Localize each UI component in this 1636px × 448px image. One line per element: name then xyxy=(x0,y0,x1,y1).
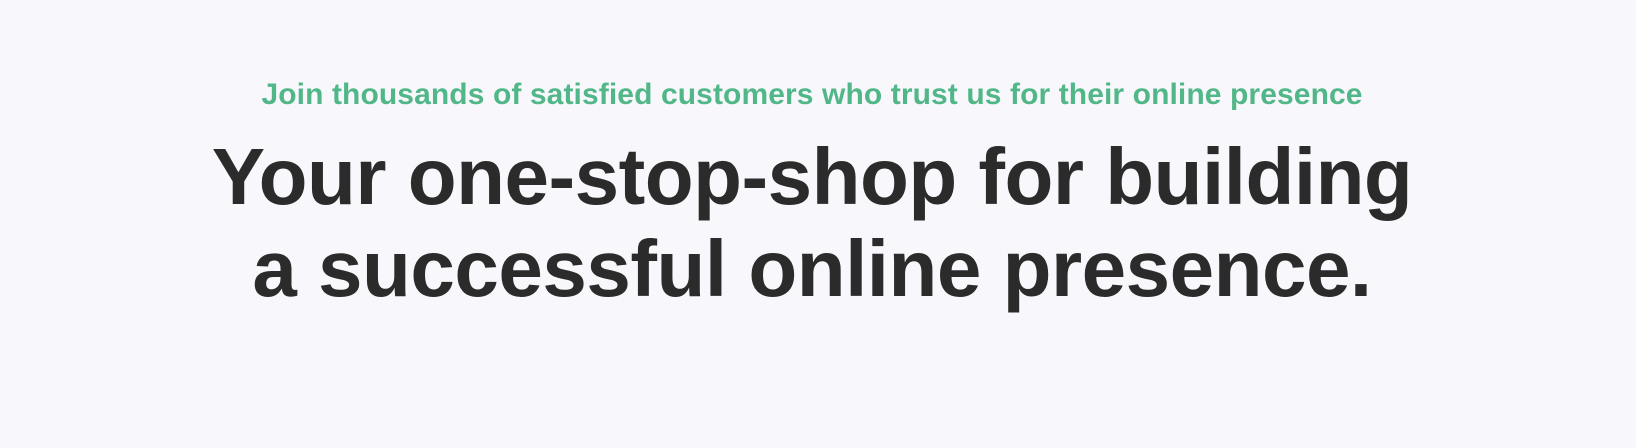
hero-eyebrow-text: Join thousands of satisfied customers wh… xyxy=(261,78,1363,111)
hero-headline-line-1: Your one-stop-shop for building xyxy=(211,132,1413,221)
hero-content: Join thousands of satisfied customers wh… xyxy=(0,74,1636,315)
hero-section: Join thousands of satisfied customers wh… xyxy=(0,0,1636,448)
hero-headline: Your one-stop-shop for building a succes… xyxy=(112,131,1512,315)
hero-headline-line-2: a successful online presence. xyxy=(252,224,1372,313)
